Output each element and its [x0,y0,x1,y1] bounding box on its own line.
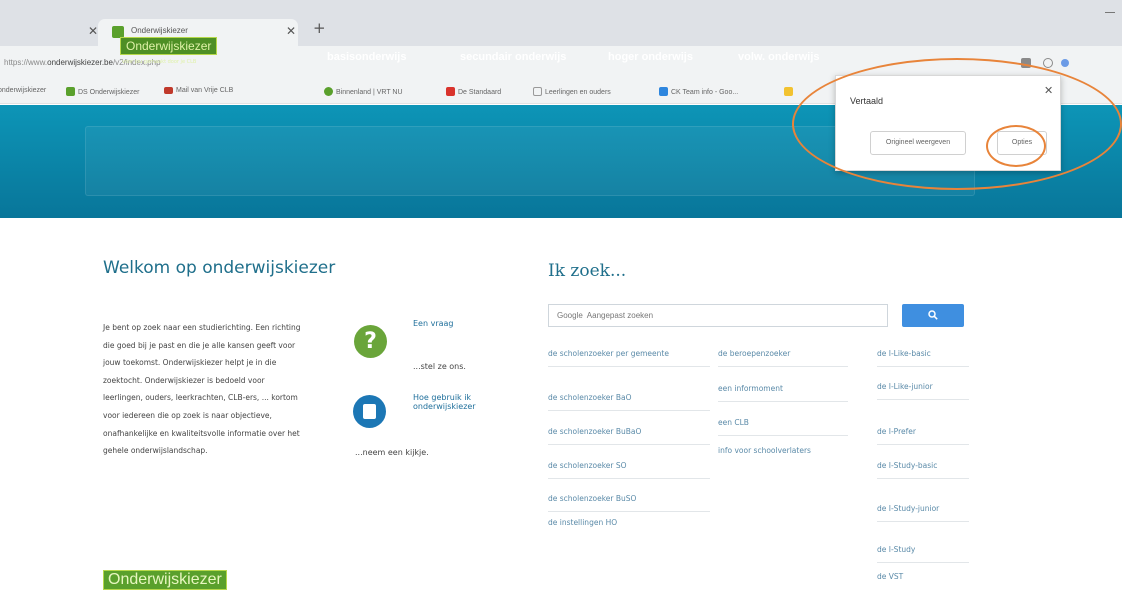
link-scholenzoeker-so[interactable]: de scholenzoeker SO [548,461,710,479]
link-scholenzoeker-bubao[interactable]: de scholenzoeker BuBaO [548,427,710,445]
translate-popup: Vertaald ✕ Origineel weergeven Opties [835,75,1061,171]
search-title: Ik zoek... [548,261,627,281]
url-prefix: https://www. [4,58,48,67]
link-i-study[interactable]: de I-Study [877,545,969,563]
nav-basisonderwijs[interactable]: basisonderwijs [327,51,406,63]
window-minimize-icon[interactable] [1105,12,1115,13]
popup-title: Vertaald [850,96,884,106]
link-instellingen-ho[interactable]: de instellingen HO [548,518,710,535]
nav-volw-onderwijs[interactable]: volw. onderwijs [738,51,820,63]
howto-text: ...neem een kijkje. [355,448,429,457]
question-icon[interactable]: ? [354,325,387,358]
bookmark-favicon-icon [784,87,793,96]
translate-icon[interactable] [1021,58,1031,68]
popup-close-icon[interactable]: ✕ [1044,84,1053,97]
bookmark-item[interactable]: DS Onderwijskiezer [66,87,139,96]
new-tab-icon[interactable]: + [313,19,326,37]
search-input[interactable] [548,304,888,327]
options-button[interactable]: Opties [997,131,1047,155]
bookmark-label: DS Onderwijskiezer [78,89,140,96]
bookmark-item[interactable] [784,87,796,96]
link-i-like-basic[interactable]: de I-Like-basic [877,349,969,367]
welcome-title: Welkom op onderwijskiezer [103,258,336,278]
profile-icon[interactable] [1061,59,1069,67]
tab-title: Onderwijskiezer [131,26,188,35]
show-original-button[interactable]: Origineel weergeven [870,131,966,155]
bookmark-label: Binnenland | VRT NU [336,89,403,96]
bookmark-label: Leerlingen en ouders [545,89,611,96]
link-clb[interactable]: een CLB [718,418,848,436]
question-link[interactable]: Een vraag [413,319,454,328]
link-scholenzoeker-buso[interactable]: de scholenzoeker BuSO [548,494,710,512]
nav-secundair-onderwijs[interactable]: secundair onderwijs [460,51,566,63]
bookmark-item[interactable]: Binnenland | VRT NU [324,87,403,96]
bookmark-favicon-icon [446,87,455,96]
bookmark-label: Mail van Vrije CLB [176,87,234,94]
zoom-icon[interactable] [1043,58,1053,68]
question-text: ...stel ze ons. [413,362,466,371]
link-i-prefer[interactable]: de I-Prefer [877,427,969,445]
google-drive-icon [659,87,668,96]
link-scholenzoeker-gemeente[interactable]: de scholenzoeker per gemeente [548,349,710,367]
bookmark-item[interactable]: De Standaard [446,87,501,96]
close-icon[interactable]: ✕ [88,24,98,38]
bookmark-favicon-icon [66,87,75,96]
bookmark-label: CK Team info - Goo... [671,89,739,96]
link-i-like-junior[interactable]: de I-Like-junior [877,382,969,400]
welcome-text: Je bent op zoek naar een studierichting.… [103,323,301,456]
link-i-study-junior[interactable]: de I-Study-junior [877,504,969,522]
page-icon [533,87,542,96]
tab-close-icon[interactable]: ✕ [286,24,296,38]
link-vst[interactable]: de VST [877,572,969,589]
bookmark-item[interactable]: Mail van Vrije CLB [164,87,233,94]
bottom-logo[interactable]: Onderwijskiezer [103,570,227,590]
link-informoment[interactable]: een informoment [718,384,848,402]
bookmark-item[interactable]: onderwijskiezer [0,87,46,94]
link-i-study-basic[interactable]: de I-Study-basic [877,461,969,479]
search-icon [928,310,938,320]
bookmark-label: De Standaard [458,89,502,96]
logo-tagline: voor jou gemaakt door je CLB [122,59,197,65]
bookmark-item[interactable]: Leerlingen en ouders [533,87,611,96]
link-scholenzoeker-bao[interactable]: de scholenzoeker BaO [548,393,710,411]
howto-link[interactable]: Hoe gebruik ik onderwijskiezer [413,393,513,411]
bookmark-item[interactable]: CK Team info - Goo... [659,87,738,96]
link-schoolverlaters[interactable]: info voor schoolverlaters [718,446,848,463]
help-book-icon[interactable] [353,395,386,428]
search-button[interactable] [902,304,964,327]
gmail-icon [164,87,173,94]
link-beroepenzoeker[interactable]: de beroepenzoeker [718,349,848,367]
nav-hoger-onderwijs[interactable]: hoger onderwijs [608,51,693,63]
bookmark-label: onderwijskiezer [0,87,47,94]
site-logo[interactable]: Onderwijskiezer [120,37,218,55]
bookmark-favicon-icon [324,87,333,96]
url-domain: onderwijskiezer.be [47,58,113,67]
